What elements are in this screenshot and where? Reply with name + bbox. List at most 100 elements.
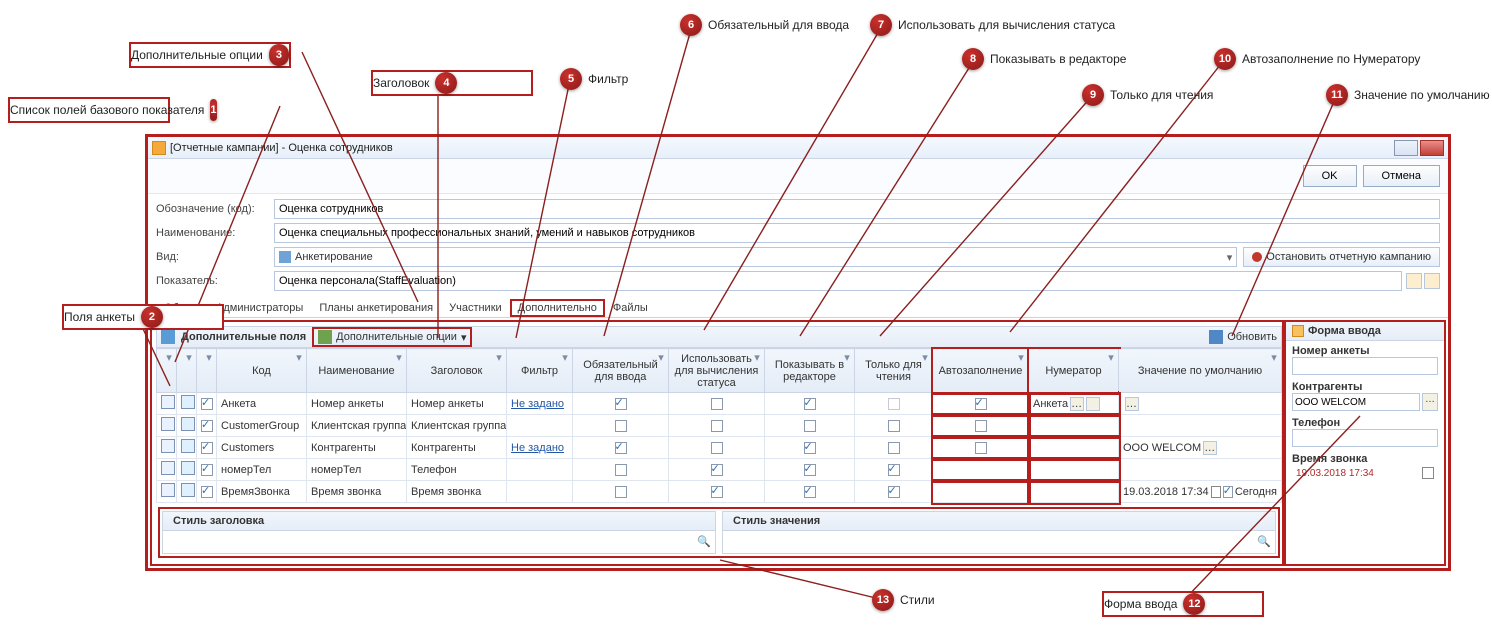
checkbox[interactable] (888, 420, 900, 432)
checkbox[interactable] (615, 442, 627, 454)
fields-icon (161, 330, 175, 344)
titlebar[interactable]: [Отчетные кампании] - Оценка сотрудников (148, 137, 1448, 159)
table-row[interactable]: АнкетаНомер анкетыНомер анкетыНе заданоА… (157, 393, 1282, 415)
tab-files[interactable]: Файлы (605, 299, 656, 317)
col-readonly[interactable]: Только для чтения▾ (855, 349, 933, 393)
checkbox[interactable] (201, 464, 213, 476)
checkbox[interactable] (711, 486, 723, 498)
col-type[interactable]: ▾ (177, 349, 197, 393)
ellipsis-button[interactable]: … (1422, 393, 1438, 411)
checkbox[interactable] (888, 486, 900, 498)
checkbox[interactable] (201, 420, 213, 432)
col-name[interactable]: Наименование▾ (307, 349, 407, 393)
filter-link[interactable]: Не задано (511, 398, 564, 410)
checkbox[interactable] (615, 486, 627, 498)
checkbox[interactable] (711, 464, 723, 476)
tab-participants[interactable]: Участники (441, 299, 510, 317)
search-icon[interactable]: 🔍 (697, 535, 711, 548)
calendar-icon[interactable] (1422, 467, 1434, 479)
col-required[interactable]: Обязательный для ввода▾ (573, 349, 669, 393)
row-type-icon (161, 483, 175, 497)
table-row[interactable]: ВремяЗвонкаВремя звонкаВремя звонка19.03… (157, 481, 1282, 503)
checkbox[interactable] (615, 398, 627, 410)
ok-button[interactable]: OK (1303, 165, 1357, 187)
callout-label: Автозаполнение по Нумератору (1242, 52, 1420, 66)
preview-f3-input[interactable] (1292, 429, 1438, 447)
extra-options-button[interactable]: Дополнительные опции▾ (312, 327, 472, 347)
col-usestatus[interactable]: Использовать для вычисления статуса▾ (669, 349, 765, 393)
today-label: Сегодня (1235, 486, 1277, 498)
checkbox[interactable] (615, 464, 627, 476)
checkbox[interactable] (615, 420, 627, 432)
checkbox[interactable] (804, 464, 816, 476)
col-code[interactable]: Код▾ (217, 349, 307, 393)
col-title[interactable]: Заголовок▾ (407, 349, 507, 393)
fields-title: Дополнительные поля (181, 331, 306, 343)
filter-link[interactable]: Не задано (511, 442, 564, 454)
row-type-icon (161, 417, 175, 431)
checkbox[interactable] (888, 464, 900, 476)
col-chk[interactable]: ▾ (197, 349, 217, 393)
indicator-label: Показатель: (156, 275, 274, 287)
callout-badge-10: 10 (1214, 48, 1236, 70)
styles-panel: Стиль заголовка 🔍 Стиль значения 🔍 (158, 507, 1280, 558)
refresh-icon (1209, 330, 1223, 344)
checkbox[interactable] (804, 442, 816, 454)
callout-badge-4: 4 (435, 72, 457, 94)
table-row[interactable]: CustomersКонтрагентыКонтрагентыНе задано… (157, 437, 1282, 459)
checkbox[interactable] (888, 442, 900, 454)
checkbox[interactable] (711, 398, 723, 410)
tab-advanced[interactable]: Дополнительно (510, 299, 605, 317)
search-icon[interactable]: 🔍 (1257, 535, 1271, 548)
indicator-input[interactable] (274, 271, 1402, 291)
table-row[interactable]: CustomerGroupКлиентская группаКлиентская… (157, 415, 1282, 437)
col-numerator[interactable]: Нумератор▾ (1029, 349, 1119, 393)
code-input[interactable] (274, 199, 1440, 219)
table-row[interactable]: номерТелномерТелТелефон (157, 459, 1282, 481)
checkbox[interactable] (201, 398, 213, 410)
name-input[interactable] (274, 223, 1440, 243)
checkbox[interactable] (711, 420, 723, 432)
checkbox[interactable] (1223, 486, 1233, 498)
preview-f2-label: Контрагенты (1292, 381, 1438, 393)
col-autofill[interactable]: Автозаполнение▾ (933, 349, 1029, 393)
checkbox[interactable] (804, 398, 816, 410)
value-style-box[interactable]: Стиль значения 🔍 (722, 511, 1276, 554)
fields-grid[interactable]: ▾ ▾ ▾ Код▾ Наименование▾ Заголовок▾ Филь… (156, 348, 1282, 503)
refresh-button[interactable]: Обновить (1209, 330, 1277, 344)
checkbox[interactable] (201, 442, 213, 454)
preview-f2-input[interactable] (1292, 393, 1420, 411)
col-show[interactable]: Показывать в редакторе▾ (765, 349, 855, 393)
checkbox[interactable] (975, 398, 987, 410)
checkbox[interactable] (804, 420, 816, 432)
col-filter[interactable]: Фильтр▾ (507, 349, 573, 393)
ellipsis-button[interactable]: … (1070, 397, 1084, 411)
ellipsis-button[interactable]: … (1125, 397, 1139, 411)
kind-select[interactable]: Анкетирование ▾ (274, 247, 1237, 267)
filter-icon[interactable]: ▾ (164, 351, 174, 361)
ellipsis-button[interactable]: … (1203, 441, 1217, 455)
open-folder-icon[interactable] (1086, 397, 1100, 411)
checkbox[interactable] (711, 442, 723, 454)
ellipsis-button[interactable] (1406, 273, 1422, 289)
stop-campaign-button[interactable]: Остановить отчетную кампанию (1243, 247, 1440, 267)
numerator-value: Анкета (1033, 398, 1068, 410)
stop-icon (1252, 252, 1262, 262)
preview-f1-input[interactable] (1292, 357, 1438, 375)
cancel-button[interactable]: Отмена (1363, 165, 1440, 187)
header-style-box[interactable]: Стиль заголовка 🔍 (162, 511, 716, 554)
chevron-down-icon: ▾ (461, 331, 467, 344)
checkbox[interactable] (975, 420, 987, 432)
checkbox[interactable] (804, 486, 816, 498)
preview-f4-value[interactable]: 19.03.2018 17:34 (1292, 465, 1438, 481)
tab-plans[interactable]: Планы анкетирования (311, 299, 441, 317)
checkbox[interactable] (888, 398, 900, 410)
minimize-button[interactable] (1394, 140, 1418, 156)
col-rowicon[interactable]: ▾ (157, 349, 177, 393)
col-default[interactable]: Значение по умолчанию▾ (1119, 349, 1282, 393)
open-folder-icon[interactable] (1424, 273, 1440, 289)
calendar-icon[interactable] (1211, 486, 1221, 498)
checkbox[interactable] (201, 486, 213, 498)
close-button[interactable] (1420, 140, 1444, 156)
checkbox[interactable] (975, 442, 987, 454)
